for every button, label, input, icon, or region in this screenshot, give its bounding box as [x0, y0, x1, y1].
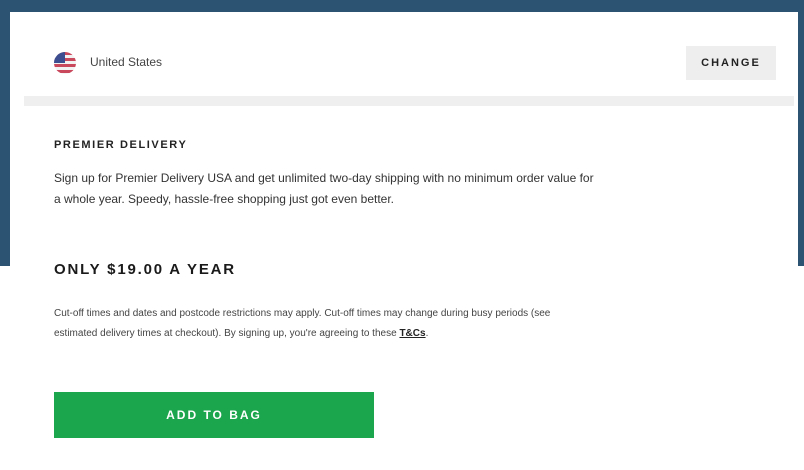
- country-selector-bar: United States CHANGE: [24, 12, 794, 106]
- terms-link[interactable]: T&Cs: [399, 328, 425, 339]
- terms-end: .: [425, 328, 429, 339]
- terms-body: Cut-off times and dates and postcode res…: [54, 308, 551, 339]
- section-title: PREMIER DELIVERY: [54, 139, 188, 151]
- us-flag-icon: [54, 52, 76, 74]
- terms-text: Cut-off times and dates and postcode res…: [54, 304, 564, 344]
- premier-delivery-panel: United States CHANGE PREMIER DELIVERY Si…: [10, 12, 798, 470]
- change-country-button[interactable]: CHANGE: [686, 46, 776, 80]
- country-name: United States: [90, 55, 163, 69]
- price-label: ONLY $19.00 A YEAR: [54, 261, 236, 278]
- add-to-bag-button[interactable]: ADD TO BAG: [54, 392, 374, 438]
- delivery-description: Sign up for Premier Delivery USA and get…: [54, 171, 594, 206]
